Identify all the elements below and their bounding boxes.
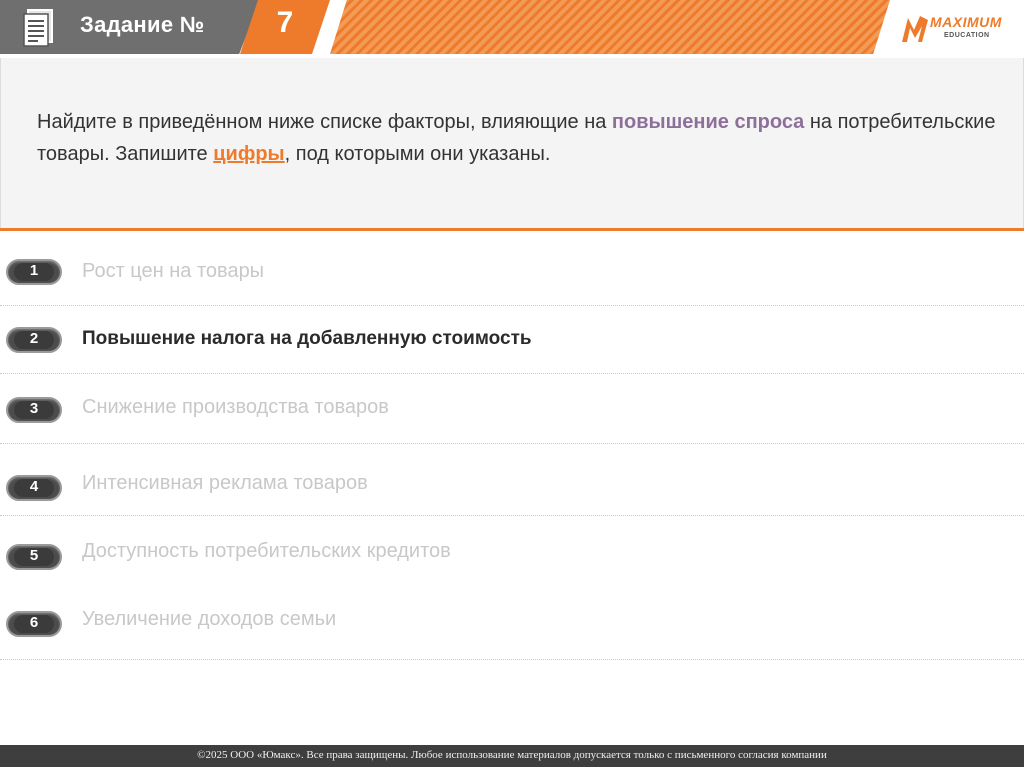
header-title: Задание № — [80, 12, 205, 37]
option-label: Рост цен на товары — [82, 260, 265, 282]
option-item-2[interactable]: 2 Повышение налога на добавленную стоимо… — [0, 306, 1024, 374]
option-item-4[interactable]: 4 Интенсивная реклама товаров — [0, 448, 1024, 516]
brand-logo: MAXIMUM EDUCATION — [900, 12, 1016, 46]
option-label: Снижение производства товаров — [82, 396, 389, 418]
option-item-3[interactable]: 3 Снижение производства товаров — [0, 376, 1024, 444]
option-label: Повышение налога на добавленную стоимост… — [82, 328, 532, 349]
task-number: 7 — [276, 6, 294, 39]
copyright-text: ©2025 ООО «Юмакс». Все права защищены. Л… — [197, 749, 827, 761]
option-number-badge: 1 — [6, 259, 62, 285]
document-icon — [23, 9, 53, 47]
option-item-6[interactable]: 6 Увеличение доходов семьи — [0, 592, 1024, 660]
option-divider — [0, 659, 1024, 660]
option-item-1[interactable]: 1 Рост цен на товары — [0, 238, 1024, 306]
option-number-badge: 2 — [6, 327, 62, 353]
question-part3: , под которыми они указаны. — [284, 143, 551, 165]
option-number-badge: 3 — [6, 397, 62, 423]
header-stripe-decoration — [330, 0, 890, 54]
option-label: Доступность потребительских кредитов — [82, 540, 451, 562]
logo-text: MAXIMUM — [930, 14, 1002, 30]
question-text: Найдите в приведённом ниже списке фактор… — [37, 106, 997, 170]
option-number-badge: 4 — [6, 475, 62, 501]
maximum-logo-icon — [902, 16, 928, 42]
logo-subtext: EDUCATION — [944, 32, 990, 39]
option-number-badge: 6 — [6, 611, 62, 637]
question-part1: Найдите в приведённом ниже списке фактор… — [37, 111, 612, 133]
question-separator — [0, 228, 1024, 231]
option-label: Увеличение доходов семьи — [82, 608, 337, 630]
option-label: Интенсивная реклама товаров — [82, 472, 368, 494]
copyright-footer: ©2025 ООО «Юмакс». Все права защищены. Л… — [0, 745, 1024, 767]
option-divider — [0, 515, 1024, 516]
question-accent-digits: цифры — [213, 143, 285, 165]
question-accent-demand: повышение спроса — [611, 111, 805, 133]
task-header: Задание № 7 MAXIMUM EDUCATION — [0, 0, 1024, 58]
question-panel: Найдите в приведённом ниже списке фактор… — [0, 58, 1024, 228]
option-divider — [0, 443, 1024, 444]
option-number-badge: 5 — [6, 544, 62, 570]
option-item-5[interactable]: 5 Доступность потребительских кредитов — [0, 524, 1024, 592]
option-divider — [0, 373, 1024, 374]
